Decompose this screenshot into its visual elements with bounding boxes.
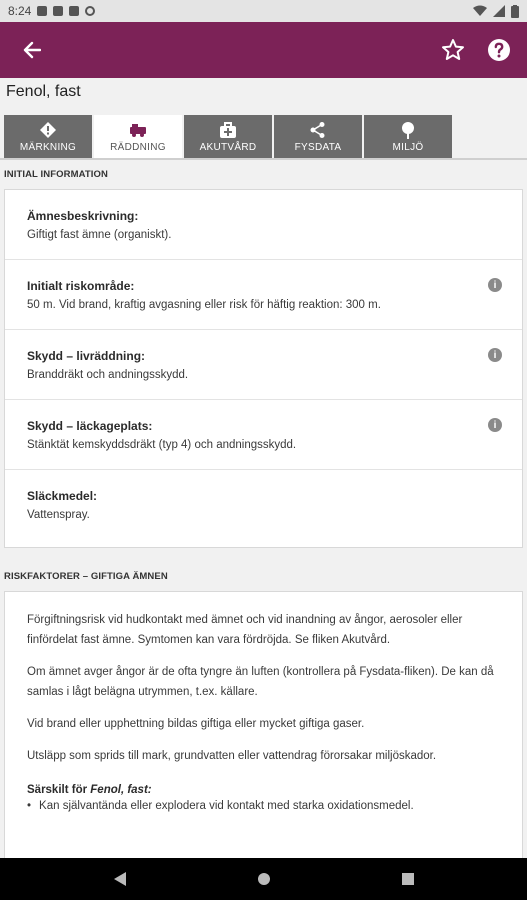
- tab-label: RÄDDNING: [110, 142, 166, 153]
- initial-information-heading: INITIAL INFORMATION: [4, 169, 108, 180]
- tab-miljo[interactable]: MILJÖ: [364, 115, 452, 158]
- sync-notification-icon: [85, 6, 96, 16]
- initial-information-card: Ämnesbeskrivning: Giftigt fast ämne (org…: [4, 189, 523, 548]
- info-row-extinguishing-agent: Släckmedel: Vattenspray.: [5, 470, 522, 540]
- tab-divider: [0, 158, 527, 160]
- special-bullet: • Kan självantända eller explodera vid k…: [27, 800, 500, 812]
- arrow-left-icon: [23, 41, 41, 59]
- special-for-label: Särskilt för Fenol, fast:: [27, 784, 500, 796]
- special-substance: Fenol, fast:: [90, 784, 152, 796]
- square-recents-icon: [401, 873, 414, 885]
- star-outline-icon: [442, 39, 464, 60]
- nav-back-button[interactable]: [108, 867, 132, 891]
- substance-title: Fenol, fast: [6, 83, 81, 100]
- triangle-back-icon: [113, 872, 126, 886]
- wifi-icon: [473, 5, 487, 16]
- tab-label: MILJÖ: [392, 141, 424, 153]
- info-row-protection-rescue: Skydd – livräddning: Branddräkt och andn…: [5, 330, 522, 400]
- status-bar: 8:24: [0, 0, 527, 22]
- tab-label: AKUTVÅRD: [199, 141, 257, 153]
- row-value: 50 m. Vid brand, kraftig avgasning eller…: [27, 298, 381, 311]
- back-button[interactable]: [14, 32, 50, 68]
- fire-truck-icon: [128, 121, 148, 139]
- sim-notification-icon: [53, 6, 64, 16]
- system-nav-bar: [0, 858, 527, 900]
- tab-bar: MÄRKNING RÄDDNING AKUTVÅRD FYSDATA MILJÖ: [4, 115, 452, 159]
- info-icon[interactable]: i: [488, 278, 502, 292]
- save-notification-icon: [69, 6, 80, 16]
- risk-paragraph: Förgiftningsrisk vid hudkontakt med ämne…: [27, 614, 463, 646]
- status-time: 8:24: [8, 4, 32, 18]
- help-button[interactable]: [485, 36, 513, 64]
- row-label: Skydd – läckageplats:: [27, 418, 153, 433]
- info-icon[interactable]: i: [488, 418, 502, 432]
- tab-label: FYSDATA: [294, 141, 342, 153]
- bullet-dot: •: [27, 800, 32, 812]
- row-value: Branddräkt och andningsskydd.: [27, 368, 189, 381]
- row-value: Giftigt fast ämne (organiskt).: [27, 228, 172, 241]
- tab-akutvard[interactable]: AKUTVÅRD: [184, 115, 272, 158]
- row-label: Initialt riskområde:: [27, 278, 135, 293]
- app-bar: [0, 22, 527, 78]
- help-circle-icon: [488, 39, 510, 61]
- risk-paragraph: Utsläpp som sprids till mark, grundvatte…: [27, 750, 437, 762]
- row-label: Släckmedel:: [27, 489, 98, 503]
- row-label: Ämnesbeskrivning:: [27, 208, 139, 223]
- risk-factors-heading: RISKFAKTORER – GIFTIGA ÄMNEN: [4, 571, 168, 582]
- tab-raddning[interactable]: RÄDDNING: [94, 115, 182, 159]
- row-label: Skydd – livräddning:: [27, 348, 146, 363]
- row-value: Vattenspray.: [27, 509, 90, 521]
- diamond-icon: [39, 121, 57, 139]
- signal-icon: [493, 5, 505, 17]
- info-row-protection-leak-site: Skydd – läckageplats: Stänktät kemskydds…: [5, 400, 522, 470]
- favorite-button[interactable]: [439, 36, 467, 64]
- medkit-icon: [219, 121, 237, 139]
- info-icon[interactable]: i: [488, 348, 502, 362]
- tab-markning[interactable]: MÄRKNING: [4, 115, 92, 158]
- special-prefix: Särskilt för: [27, 784, 91, 796]
- tree-icon: [399, 121, 417, 139]
- bullet-text: Kan självantända eller explodera vid kon…: [39, 800, 414, 812]
- tab-label: MÄRKNING: [19, 141, 77, 153]
- risk-paragraph: Om ämnet avger ångor är de ofta tyngre ä…: [27, 666, 494, 698]
- risk-factors-card: Förgiftningsrisk vid hudkontakt med ämne…: [4, 591, 523, 871]
- risk-paragraph: Vid brand eller upphettning bildas gifti…: [27, 718, 365, 730]
- row-value: Stänktät kemskyddsdräkt (typ 4) och andn…: [27, 438, 297, 451]
- tab-fysdata[interactable]: FYSDATA: [274, 115, 362, 158]
- info-row-initial-risk-area: Initialt riskområde: 50 m. Vid brand, kr…: [5, 260, 522, 330]
- nav-home-button[interactable]: [252, 867, 276, 891]
- warning-notification-icon: [37, 6, 48, 16]
- share-nodes-icon: [309, 121, 327, 139]
- circle-home-icon: [257, 873, 270, 885]
- info-row-substance-description: Ämnesbeskrivning: Giftigt fast ämne (org…: [5, 190, 522, 260]
- battery-icon: [511, 4, 519, 18]
- nav-recents-button[interactable]: [396, 867, 420, 891]
